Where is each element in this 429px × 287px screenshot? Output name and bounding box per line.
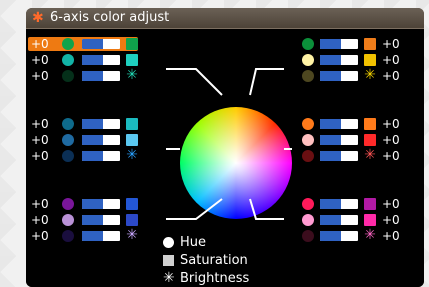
legend-brightness-label: Brightness	[180, 271, 250, 286]
legend-hue-label: Hue	[180, 235, 207, 250]
legend-hue: Hue	[163, 235, 283, 251]
color-adjust-panel: +0 +0 +0 ✳ +0 +0 +0 ✳ +0 +0 +0 ✳ +0 +0 ✳ +0 …	[26, 29, 424, 287]
brightness-icon: ✳	[163, 270, 175, 286]
legend-saturation-label: Saturation	[180, 253, 248, 268]
saturation-icon	[163, 255, 174, 266]
color-wheel-icon: ✱	[32, 10, 44, 26]
camera-menu-screen: ✱ 6-axis color adjust +0 +0 +0 ✳ +0 +0 +0…	[26, 8, 424, 287]
legend-saturation: Saturation	[163, 253, 323, 269]
legend-brightness: ✳ Brightness	[163, 270, 343, 287]
hue-icon	[163, 237, 174, 248]
title-bar: ✱ 6-axis color adjust	[26, 8, 424, 29]
window-title: 6-axis color adjust	[50, 10, 170, 25]
